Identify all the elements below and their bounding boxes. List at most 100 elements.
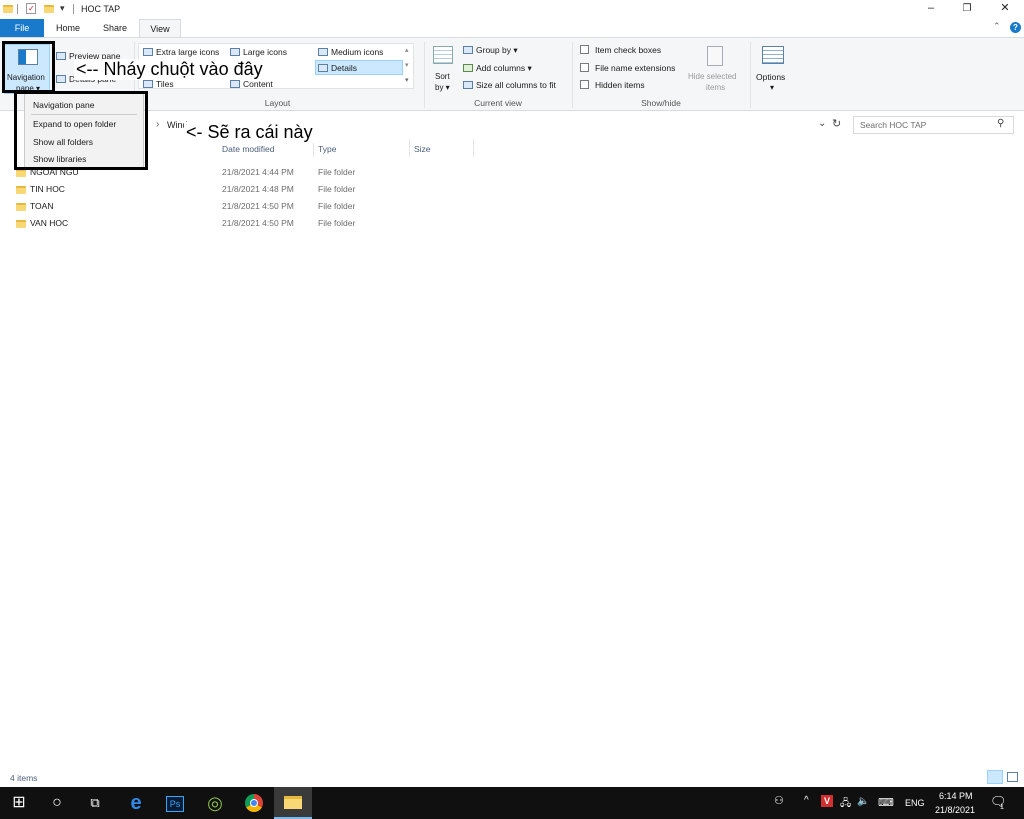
extra-large-icons-option[interactable]: Extra large icons	[143, 47, 219, 57]
show-hidden-icons-icon[interactable]: ^	[804, 795, 809, 806]
start-windows-icon[interactable]: ⊞	[0, 787, 38, 819]
gallery-expand-icon[interactable]: ▾	[405, 76, 409, 84]
task-view-icon[interactable]: ⧉	[76, 787, 114, 819]
edge-browser-icon[interactable]: e	[117, 787, 155, 819]
status-bar: 4 items	[0, 768, 1024, 787]
vietkey-icon[interactable]: V	[821, 795, 833, 807]
tab-share[interactable]: Share	[94, 19, 136, 37]
properties-icon[interactable]: ✓	[26, 3, 36, 14]
file-explorer-taskbar-icon[interactable]	[274, 787, 312, 819]
preview-pane-icon	[56, 52, 66, 60]
new-folder-icon[interactable]	[44, 5, 54, 13]
chrome-icon[interactable]	[235, 787, 273, 819]
column-divider[interactable]	[473, 139, 474, 157]
file-type: File folder	[318, 184, 356, 194]
tab-view[interactable]: View	[139, 19, 181, 37]
customize-quick-access-icon[interactable]: ▾	[60, 3, 65, 14]
clock-time[interactable]: 6:14 PM	[939, 791, 973, 801]
details-view-icon[interactable]	[987, 770, 1003, 784]
qa-divider	[17, 4, 18, 14]
sort-by-button[interactable]: Sort by ▾	[430, 44, 458, 94]
network-icon[interactable]: 🖧	[840, 796, 851, 813]
size-columns-icon	[463, 81, 473, 89]
file-name-extensions-option[interactable]: File name extensions	[580, 63, 675, 73]
hide-selected-label-2: items	[706, 83, 726, 92]
ribbon-separator	[750, 42, 751, 108]
window-title: HOC TAP	[81, 4, 121, 14]
file-name-extensions-checkbox[interactable]	[580, 63, 589, 72]
options-icon	[762, 46, 784, 64]
search-circle-icon[interactable]: ○	[38, 787, 76, 819]
notification-icon[interactable]: 🗨	[990, 794, 1007, 810]
tab-file[interactable]: File	[0, 19, 44, 37]
file-type: File folder	[318, 167, 356, 177]
group-by-icon	[463, 46, 473, 54]
file-row[interactable]: TOAN 21/8/2021 4:50 PM File folder	[14, 198, 414, 215]
tab-home[interactable]: Home	[48, 19, 88, 37]
hide-selected-items-button[interactable]: Hide selected items	[686, 44, 746, 94]
show-hide-group-label: Show/hide	[641, 98, 681, 108]
tiles-icon	[143, 80, 153, 88]
gallery-scroll-down-icon[interactable]: ▾	[405, 61, 409, 69]
file-date: 21/8/2021 4:50 PM	[222, 218, 294, 228]
file-row[interactable]: VAN HOC 21/8/2021 4:50 PM File folder	[14, 215, 414, 232]
title-bar: ✓ ▾ HOC TAP – ❐ ✕	[0, 0, 1024, 18]
content-option[interactable]: Content	[230, 79, 273, 89]
hidden-items-checkbox[interactable]	[580, 80, 589, 89]
options-button[interactable]: Options ▾	[754, 44, 792, 94]
app-green-icon[interactable]: ◎	[196, 787, 234, 819]
group-by-button[interactable]: Group by ▾	[463, 45, 518, 56]
medium-icons-option[interactable]: Medium icons	[318, 47, 383, 57]
gallery-scroll-up-icon[interactable]: ▴	[405, 46, 409, 54]
item-check-boxes-checkbox[interactable]	[580, 45, 589, 54]
notification-count-badge: 1	[1000, 804, 1004, 811]
tiles-option[interactable]: Tiles	[143, 79, 174, 89]
column-type[interactable]: Type	[318, 144, 336, 154]
hide-selected-icon	[707, 46, 723, 66]
refresh-icon[interactable]: ↻	[832, 117, 841, 130]
keyboard-icon[interactable]: ⌨	[878, 796, 894, 809]
large-icons-view-icon[interactable]	[1007, 772, 1018, 782]
file-date: 21/8/2021 4:48 PM	[222, 184, 294, 194]
column-divider[interactable]	[409, 139, 410, 157]
content-icon	[230, 80, 240, 88]
taskbar: ⊞ ○ ⧉ e Ps ◎ ⚇ ^ V 🖧 🔈 ⌨ ENG 6:14 PM 21/…	[0, 787, 1024, 819]
search-input[interactable]: Search HOC TAP	[860, 120, 926, 130]
large-icons-option[interactable]: Large icons	[230, 47, 287, 57]
restore-button[interactable]: ❐	[948, 0, 986, 18]
options-label: Options	[756, 72, 786, 82]
search-icon[interactable]: ⚲	[997, 118, 1004, 129]
folder-icon	[16, 186, 26, 194]
file-name: TOAN	[30, 201, 54, 211]
folder-icon	[16, 220, 26, 228]
file-date: 21/8/2021 4:44 PM	[222, 167, 294, 177]
minimize-button[interactable]: –	[912, 0, 950, 18]
size-columns-button[interactable]: Size all columns to fit	[463, 80, 556, 90]
people-icon[interactable]: ⚇	[774, 794, 784, 807]
address-dropdown-icon[interactable]: ⌄	[818, 118, 826, 129]
column-size[interactable]: Size	[414, 144, 431, 154]
hidden-items-option[interactable]: Hidden items	[580, 80, 645, 90]
details-option[interactable]: Details	[315, 60, 403, 75]
current-view-group-label: Current view	[474, 98, 522, 108]
photoshop-icon[interactable]: Ps	[156, 787, 194, 819]
clock-date[interactable]: 21/8/2021	[935, 805, 975, 815]
add-columns-button[interactable]: Add columns ▾	[463, 63, 532, 74]
volume-icon[interactable]: 🔈	[857, 796, 869, 807]
file-name: VAN HOC	[30, 218, 69, 228]
item-check-boxes-option[interactable]: Item check boxes	[580, 45, 661, 55]
details-icon	[318, 64, 328, 72]
file-row[interactable]: TIN HOC 21/8/2021 4:48 PM File folder	[14, 181, 414, 198]
close-button[interactable]: ✕	[986, 0, 1024, 18]
help-icon[interactable]: ?	[1010, 22, 1021, 33]
add-columns-icon	[463, 64, 473, 72]
sort-label: Sort	[435, 72, 450, 81]
language-indicator[interactable]: ENG	[905, 798, 925, 808]
folder-icon	[16, 169, 26, 177]
annotation-click-here: <-- Nháy chuột vào đây	[74, 59, 265, 80]
collapse-ribbon-icon[interactable]: ⌃	[993, 21, 1001, 32]
column-date-modified[interactable]: Date modified	[222, 144, 274, 154]
annotation-this-appears: <- Sẽ ra cái này	[184, 122, 315, 143]
search-box[interactable]: Search HOC TAP ⚲	[853, 116, 1014, 134]
annotation-box-navigation-pane	[2, 41, 55, 93]
